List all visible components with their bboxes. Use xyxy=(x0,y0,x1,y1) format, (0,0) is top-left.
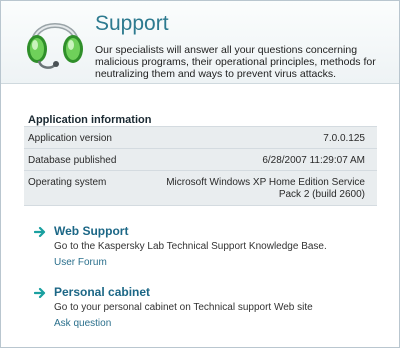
page-title: Support xyxy=(95,12,169,35)
app-version-row: Application version 7.0.0.125 xyxy=(24,127,377,149)
operating-system-label: Operating system xyxy=(28,177,107,188)
database-published-value: 6/28/2007 11:29:07 AM xyxy=(262,155,365,166)
app-info-table: Application version 7.0.0.125 Database p… xyxy=(24,126,377,206)
web-support-block: Web Support Go to the Kaspersky Lab Tech… xyxy=(34,224,374,272)
personal-cabinet-description: Go to your personal cabinet on Technical… xyxy=(54,302,313,313)
arrow-right-icon xyxy=(34,287,46,299)
web-support-description: Go to the Kaspersky Lab Technical Suppor… xyxy=(54,241,327,252)
database-published-label: Database published xyxy=(28,155,117,166)
headset-icon xyxy=(27,23,83,69)
operating-system-row: Operating system Microsoft Windows XP Ho… xyxy=(24,171,377,206)
app-version-label: Application version xyxy=(28,133,112,144)
app-info-title: Application information xyxy=(28,114,152,126)
ask-question-link[interactable]: Ask question xyxy=(54,318,111,329)
page-description: Our specialists will answer all your que… xyxy=(95,44,376,80)
personal-cabinet-block: Personal cabinet Go to your personal cab… xyxy=(34,285,374,333)
database-published-row: Database published 6/28/2007 11:29:07 AM xyxy=(24,149,377,171)
app-version-value: 7.0.0.125 xyxy=(323,133,365,144)
operating-system-value: Microsoft Windows XP Home Edition Servic… xyxy=(166,177,365,200)
arrow-right-icon xyxy=(34,226,46,238)
web-support-link[interactable]: Web Support xyxy=(54,224,128,238)
personal-cabinet-link[interactable]: Personal cabinet xyxy=(54,285,150,299)
support-header: Support Our specialists will answer all … xyxy=(1,1,399,84)
user-forum-link[interactable]: User Forum xyxy=(54,257,107,268)
